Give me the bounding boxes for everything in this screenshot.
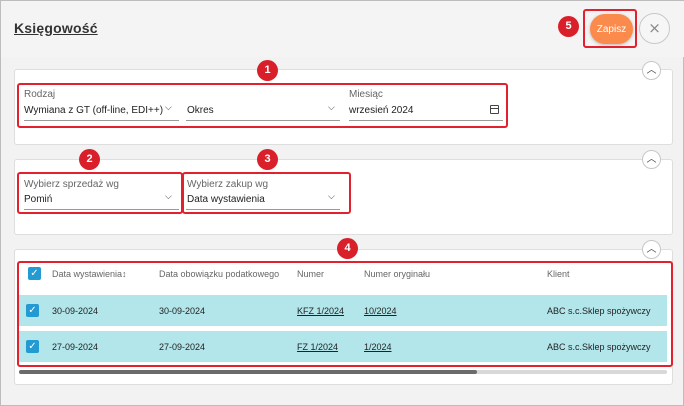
annotation-badge-1: 1	[257, 60, 278, 81]
close-icon[interactable]: ×	[639, 13, 670, 44]
header-bar: Księgowość	[1, 1, 684, 57]
annotation-box-3	[182, 172, 351, 214]
annotation-badge-5: 5	[558, 16, 579, 37]
annotation-badge-3: 3	[257, 149, 278, 170]
scrollbar-thumb[interactable]	[19, 370, 477, 374]
page-title: Księgowość	[14, 20, 98, 36]
chevron-up-icon[interactable]: ︿	[642, 240, 661, 259]
annotation-badge-2: 2	[79, 149, 100, 170]
annotation-box-2	[17, 172, 183, 214]
chevron-up-icon[interactable]: ︿	[642, 150, 661, 169]
annotation-box-5	[583, 9, 637, 48]
app-frame: Księgowość Zapisz × ︿ Rodzaj Wymiana z G…	[0, 0, 684, 406]
annotation-box-1	[17, 83, 508, 128]
annotation-box-4	[17, 261, 673, 367]
annotation-badge-4: 4	[337, 238, 358, 259]
chevron-up-icon[interactable]: ︿	[642, 61, 661, 80]
